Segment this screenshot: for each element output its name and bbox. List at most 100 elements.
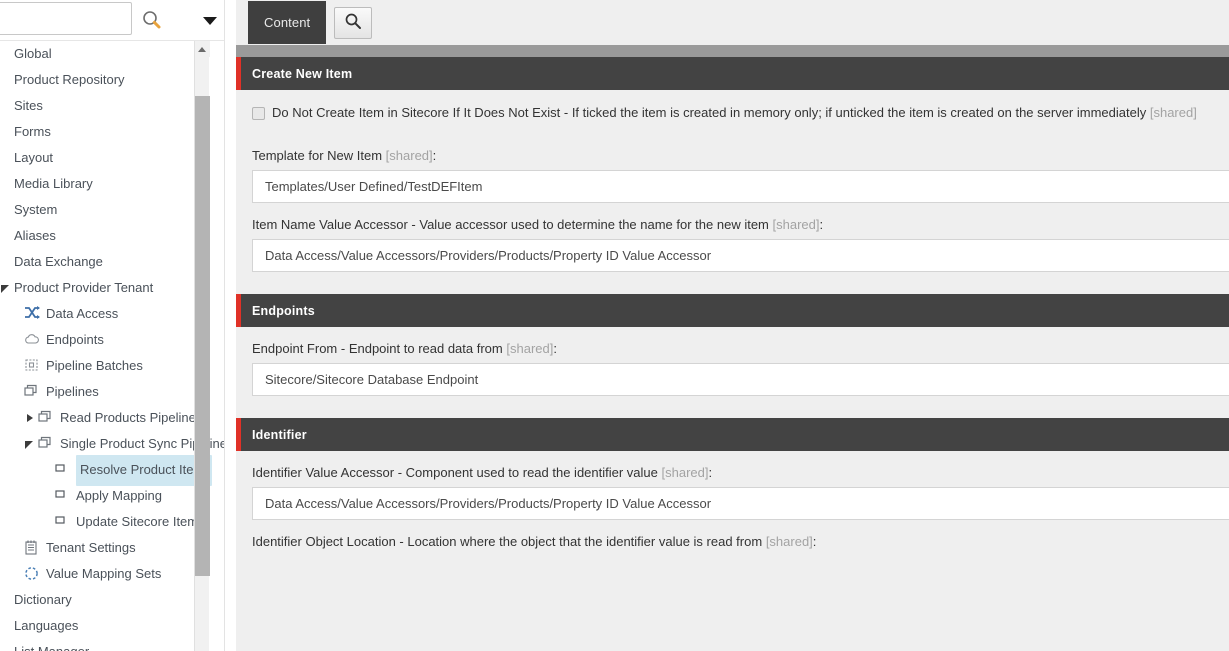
section-header-identifier[interactable]: Identifier	[236, 418, 1229, 451]
tree-item-sites[interactable]: Sites	[0, 93, 210, 119]
tree-item-label: Product Provider Tenant	[14, 280, 154, 295]
field-input[interactable]	[252, 363, 1229, 396]
tree-vertical-scrollbar[interactable]	[194, 41, 210, 651]
tree-item-label: Languages	[14, 618, 79, 633]
tree-item-list-manager[interactable]: List Manager	[0, 639, 210, 651]
tree-item-label-box: Product Provider Tenant	[14, 275, 153, 301]
tree-item-product-repository[interactable]: Product Repository	[0, 67, 210, 93]
field-label: Identifier Value Accessor - Component us…	[236, 451, 1229, 487]
tree-list: Global Product Repository Sites Forms Layout…	[0, 41, 227, 651]
checkbox-label-text: Do Not Create Item in Sitecore If It Doe…	[272, 105, 1147, 120]
tree-item-label: Product Repository	[14, 72, 125, 87]
tree-item-label-box: Data Exchange	[14, 249, 103, 275]
section-header-endpoints[interactable]: Endpoints	[236, 294, 1229, 327]
content-horizontal-scrollbar[interactable]	[236, 44, 1229, 57]
section-title: Create New Item	[252, 66, 353, 81]
field-label: Item Name Value Accessor - Value accesso…	[236, 203, 1229, 239]
tree-item-label: Layout	[14, 150, 54, 165]
tree-search-bar	[0, 0, 236, 41]
tree-toggle-collapsed-icon[interactable]	[24, 411, 38, 425]
tree-item-tenant-settings[interactable]: Tenant Settings	[0, 535, 210, 561]
field-input[interactable]	[252, 170, 1229, 203]
tree-toggle-expanded-icon[interactable]	[0, 281, 14, 295]
chevron-down-icon[interactable]	[202, 13, 218, 25]
tree-item-label-box: Forms	[14, 119, 51, 145]
pipeline-step-icon	[54, 462, 72, 478]
search-input[interactable]	[0, 2, 132, 35]
tree-item-product-provider-tenant[interactable]: Product Provider Tenant	[0, 275, 210, 301]
tree-item-label-box: Update Sitecore Item	[76, 509, 198, 535]
tree-item-label: Update Sitecore Item	[76, 514, 199, 529]
shared-tag: [shared]	[661, 465, 709, 480]
tree-item-label-box: System	[14, 197, 57, 223]
section-header-create-new-item[interactable]: Create New Item	[236, 57, 1229, 90]
checkbox-label: Do Not Create Item in Sitecore If It Doe…	[272, 105, 1197, 121]
tree-item-label: Sites	[14, 98, 43, 113]
do-not-create-item-checkbox[interactable]	[252, 107, 265, 120]
tree-item-media-library[interactable]: Media Library	[0, 171, 210, 197]
tree-item-languages[interactable]: Languages	[0, 613, 210, 639]
tree-item-layout[interactable]: Layout	[0, 145, 210, 171]
sitecore-content-editor: Global Product Repository Sites Forms Layout…	[0, 0, 1229, 651]
field-label-text: Item Name Value Accessor - Value accesso…	[252, 217, 769, 232]
tree-item-data-access[interactable]: Data Access	[0, 301, 210, 327]
tree-item-forms[interactable]: Forms	[0, 119, 210, 145]
tree-item-apply-mapping[interactable]: Apply Mapping	[0, 483, 210, 509]
field-label-suffix: :	[819, 217, 824, 232]
tree-toggle-expanded-icon[interactable]	[24, 437, 38, 451]
tree-item-label: Apply Mapping	[76, 488, 162, 503]
tree-item-label: Media Library	[14, 176, 93, 191]
tree-item-label-box: Layout	[14, 145, 53, 171]
tree-item-label: Value Mapping Sets	[46, 566, 162, 581]
field-input[interactable]	[252, 487, 1229, 520]
tree-item-data-exchange[interactable]: Data Exchange	[0, 249, 210, 275]
tree-item-resolve-product-item[interactable]: Resolve Product Item	[0, 454, 213, 486]
tree-item-pipelines[interactable]: Pipelines	[0, 379, 210, 405]
tree-item-system[interactable]: System	[0, 197, 210, 223]
field-input[interactable]	[252, 239, 1229, 272]
tree-item-dictionary[interactable]: Dictionary	[0, 587, 210, 613]
panel-splitter[interactable]	[224, 0, 236, 651]
search-icon[interactable]	[140, 8, 164, 32]
tree-item-label: Dictionary	[14, 592, 72, 607]
section-body: Identifier Value Accessor - Component us…	[236, 451, 1229, 578]
tree-item-endpoints[interactable]: Endpoints	[0, 327, 210, 353]
tree-item-label-box: Data Access	[46, 301, 118, 327]
shuffle-icon	[24, 306, 42, 322]
tree-item-aliases[interactable]: Aliases	[0, 223, 210, 249]
tree-item-value-mapping-sets[interactable]: Value Mapping Sets	[0, 561, 210, 587]
search-icon	[344, 12, 362, 35]
ribbon-tabstrip: Content	[236, 0, 1229, 44]
scroll-up-arrow-icon[interactable]	[195, 41, 210, 57]
tree-item-read-products-pipeline[interactable]: Read Products Pipeline	[0, 405, 210, 431]
tree-item-single-product-sync-pipeline[interactable]: Single Product Sync Pipeline	[0, 431, 227, 457]
shared-tag: [shared]	[1149, 105, 1197, 120]
tab-content[interactable]: Content	[248, 1, 327, 44]
pipeline-icon	[38, 410, 56, 426]
tree-item-update-sitecore-item[interactable]: Update Sitecore Item	[0, 509, 210, 535]
tree-item-label-box: Resolve Product Item	[76, 454, 213, 486]
section-title: Identifier	[252, 427, 307, 442]
pipeline-icon	[24, 384, 42, 400]
field-label: Template for New Item [shared]:	[236, 134, 1229, 170]
ribbon-search-button[interactable]	[334, 7, 373, 39]
scrollbar-thumb[interactable]	[195, 96, 210, 576]
tree-item-global[interactable]: Global	[0, 41, 210, 67]
tree-item-pipeline-batches[interactable]: Pipeline Batches	[0, 353, 210, 379]
section-body: Endpoint From - Endpoint to read data fr…	[236, 327, 1229, 418]
content-editor-panel: Content Create New Item Do Not Create Ite…	[236, 0, 1229, 651]
field-label: Identifier Object Location - Location wh…	[236, 520, 1229, 556]
tree-item-label-box: Dictionary	[14, 587, 72, 613]
scrollbar-thumb-horizontal[interactable]	[236, 45, 1229, 57]
